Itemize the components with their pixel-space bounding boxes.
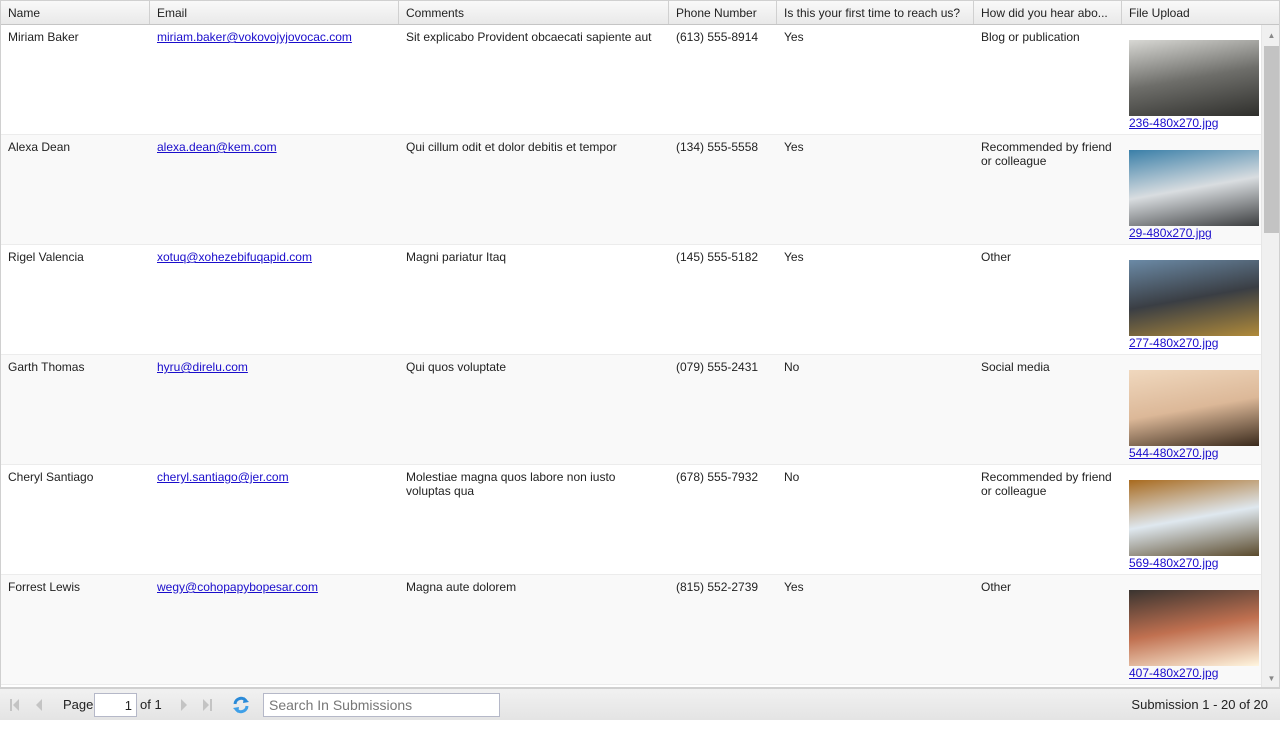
submission-count-summary: Submission 1 - 20 of 20 [1131, 697, 1268, 712]
cell-first-time: Yes [784, 30, 804, 44]
file-thumbnail-image[interactable] [1129, 480, 1259, 556]
cell-file-upload: 236-480x270.jpg [1122, 25, 1261, 134]
cell-email: wegy@cohopapybopesar.com [150, 575, 399, 684]
cell-name: Miriam Baker [8, 30, 79, 44]
page-count-label: of 1 [140, 697, 162, 712]
first-page-icon[interactable] [9, 689, 21, 721]
cell-name: Rigel Valencia [8, 250, 84, 264]
cell-phone: (079) 555-2431 [676, 360, 759, 374]
grid-header: Name Email Comments Phone Number Is this… [1, 1, 1279, 25]
page-label: Page [63, 697, 94, 712]
cell-comments: Magni pariatur Itaq [406, 250, 507, 264]
scrollbar-thumb[interactable] [1264, 46, 1279, 233]
file-thumbnail-image[interactable] [1129, 370, 1259, 446]
cell-how-heard: Other [981, 250, 1012, 264]
file-thumbnail-image[interactable] [1129, 590, 1259, 666]
cell-phone: (145) 555-5182 [676, 250, 759, 264]
file-link[interactable]: 544-480x270.jpg [1129, 447, 1254, 459]
cell-email: alexa.dean@kem.com [150, 135, 399, 244]
cell-file-upload: 544-480x270.jpg [1122, 355, 1261, 464]
file-thumbnail-image[interactable] [1129, 150, 1259, 226]
cell-how-heard: Other [981, 580, 1012, 594]
email-link[interactable]: xotuq@xohezebifuqapid.com [157, 250, 312, 264]
table-row[interactable]: Alexa Dean alexa.dean@kem.com Qui cillum o… [1, 135, 1261, 245]
submissions-grid: Name Email Comments Phone Number Is this… [0, 0, 1280, 688]
cell-name: Forrest Lewis [8, 580, 81, 594]
cell-email: miriam.baker@vokovojyjovocac.com [150, 25, 399, 134]
paging-toolbar: Page of 1 Submission 1 - 20 of 20 [0, 688, 1280, 720]
file-link[interactable]: 29-480x270.jpg [1129, 227, 1254, 239]
cell-name: Garth Thomas [8, 360, 85, 374]
email-link[interactable]: hyru@direlu.com [157, 360, 248, 374]
search-submissions-input[interactable] [263, 693, 500, 717]
cell-comments: Qui quos voluptate [406, 360, 507, 374]
cell-file-upload: 277-480x270.jpg [1122, 245, 1261, 354]
vertical-scrollbar[interactable]: ▲ ▼ [1261, 25, 1279, 687]
column-header-comments[interactable]: Comments [399, 1, 669, 24]
column-header-first-time[interactable]: Is this your first time to reach us? [777, 1, 974, 24]
cell-comments: Sit explicabo Provident obcaecati sapien… [406, 30, 652, 44]
cell-how-heard: Blog or publication [981, 30, 1080, 44]
table-row[interactable]: Rigel Valencia xotuq@xohezebifuqapid.com M… [1, 245, 1261, 355]
grid-body: Miriam Baker miriam.baker@vokovojyjovocac… [1, 25, 1261, 687]
cell-first-time: No [784, 360, 800, 374]
table-row[interactable]: Cheryl Santiago cheryl.santiago@jer.com Mo… [1, 465, 1261, 575]
refresh-icon[interactable] [232, 696, 250, 714]
file-thumbnail-image[interactable] [1129, 40, 1259, 116]
file-link[interactable]: 407-480x270.jpg [1129, 667, 1254, 679]
scroll-up-arrow-icon[interactable]: ▲ [1262, 27, 1279, 44]
cell-comments: Magna aute dolorem [406, 580, 517, 594]
cell-how-heard: Social media [981, 360, 1050, 374]
cell-first-time: Yes [784, 250, 804, 264]
table-row[interactable]: Garth Thomas hyru@direlu.com Qui quos volu… [1, 355, 1261, 465]
column-header-name[interactable]: Name [1, 1, 150, 24]
cell-phone: (678) 555-7932 [676, 470, 759, 484]
cell-phone: (613) 555-8914 [676, 30, 759, 44]
email-link[interactable]: miriam.baker@vokovojyjovocac.com [157, 30, 352, 44]
file-link[interactable]: 236-480x270.jpg [1129, 117, 1254, 129]
column-header-email[interactable]: Email [150, 1, 399, 24]
column-header-phone[interactable]: Phone Number [669, 1, 777, 24]
table-row[interactable]: Miriam Baker miriam.baker@vokovojyjovocac… [1, 25, 1261, 135]
column-header-how-heard[interactable]: How did you hear abo... [974, 1, 1122, 24]
cell-email: hyru@direlu.com [150, 355, 399, 464]
email-link[interactable]: cheryl.santiago@jer.com [157, 470, 289, 484]
cell-comments: Molestiae magna quos labore non iusto vo… [406, 470, 616, 498]
cell-name: Cheryl Santiago [8, 470, 94, 484]
email-link[interactable]: alexa.dean@kem.com [157, 140, 277, 154]
cell-first-time: Yes [784, 580, 804, 594]
cell-phone: (815) 552-2739 [676, 580, 759, 594]
cell-first-time: No [784, 470, 800, 484]
previous-page-icon[interactable] [34, 689, 44, 721]
page-number-input[interactable] [94, 693, 137, 717]
cell-file-upload: 29-480x270.jpg [1122, 135, 1261, 244]
cell-name: Alexa Dean [8, 140, 71, 154]
column-header-file-upload[interactable]: File Upload [1122, 1, 1279, 24]
scroll-down-arrow-icon[interactable]: ▼ [1262, 670, 1279, 687]
email-link[interactable]: wegy@cohopapybopesar.com [157, 580, 318, 594]
next-page-icon[interactable] [179, 689, 189, 721]
file-link[interactable]: 569-480x270.jpg [1129, 557, 1254, 569]
cell-how-heard: Recommended by friend or colleague [981, 140, 1112, 168]
file-thumbnail-image[interactable] [1129, 260, 1259, 336]
cell-first-time: Yes [784, 140, 804, 154]
table-row[interactable]: Forrest Lewis wegy@cohopapybopesar.com Mag… [1, 575, 1261, 685]
cell-email: cheryl.santiago@jer.com [150, 465, 399, 574]
cell-file-upload: 407-480x270.jpg [1122, 575, 1261, 684]
cell-email: xotuq@xohezebifuqapid.com [150, 245, 399, 354]
cell-phone: (134) 555-5558 [676, 140, 759, 154]
last-page-icon[interactable] [201, 689, 213, 721]
cell-how-heard: Recommended by friend or colleague [981, 470, 1112, 498]
cell-comments: Qui cillum odit et dolor debitis et temp… [406, 140, 617, 154]
cell-file-upload: 569-480x270.jpg [1122, 465, 1261, 574]
file-link[interactable]: 277-480x270.jpg [1129, 337, 1254, 349]
